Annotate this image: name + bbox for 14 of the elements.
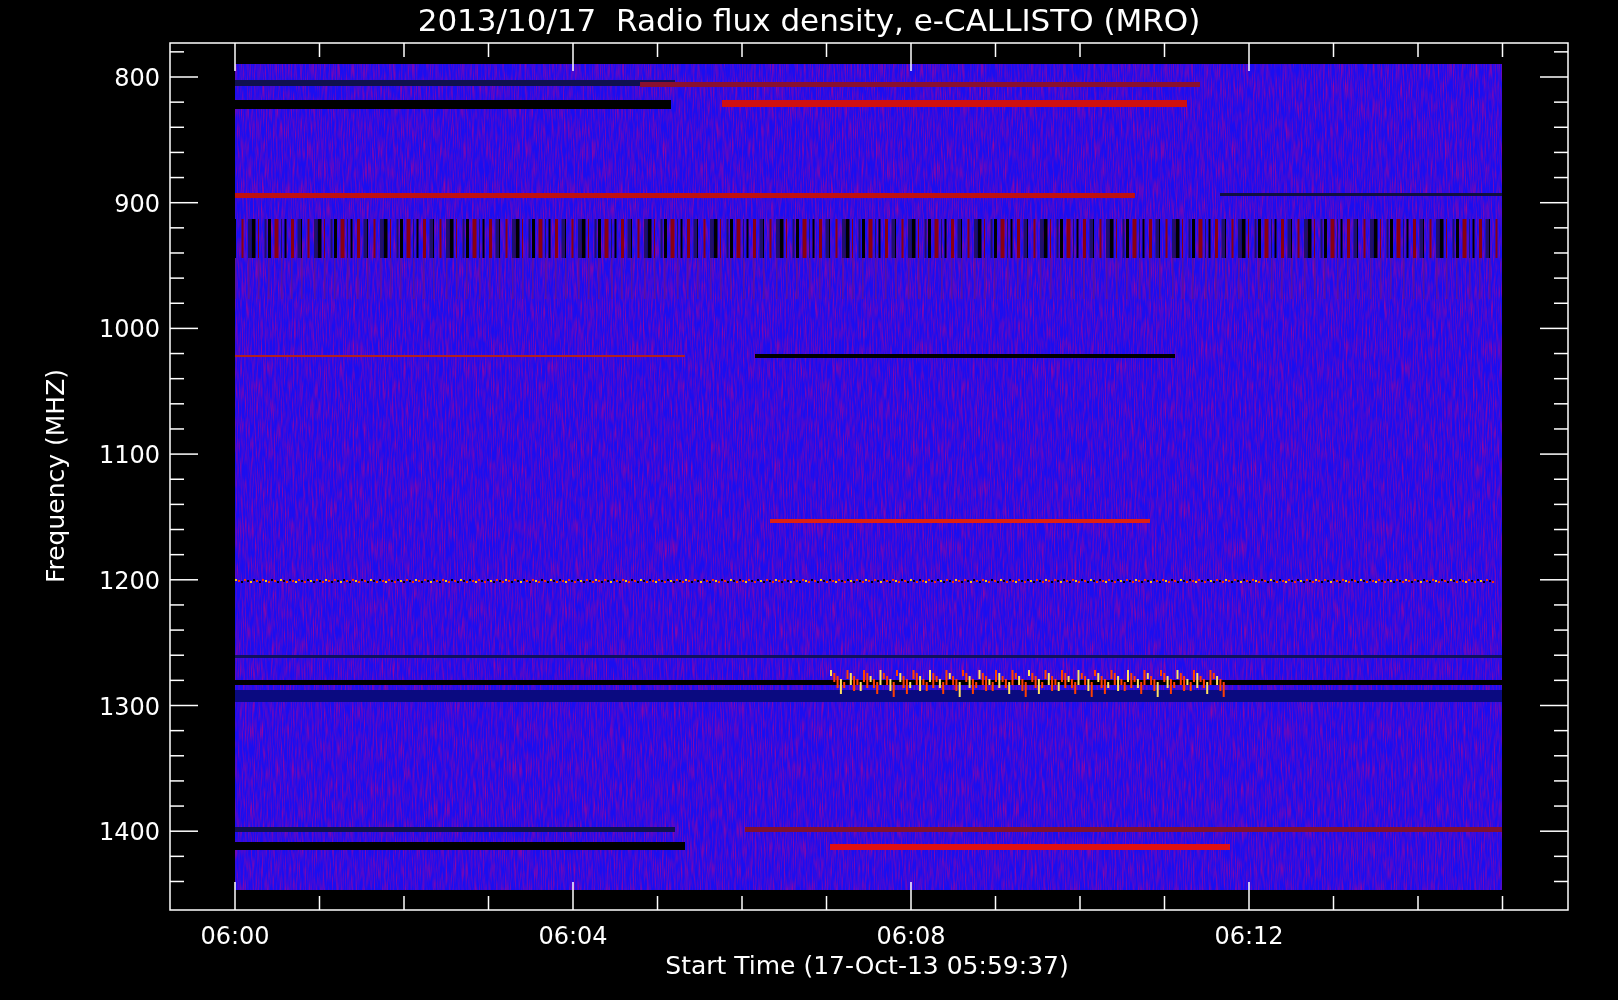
y-tick-label: 900 bbox=[114, 189, 160, 218]
y-tick-label: 800 bbox=[114, 64, 160, 92]
y-tick-label: 1000 bbox=[98, 315, 160, 344]
chart-title: 2013/10/17 Radio flux density, e-CALLISTO (MRO) bbox=[417, 2, 1201, 38]
y-tick-label: 1100 bbox=[98, 441, 160, 470]
x-tick-label: 06:12 bbox=[1214, 922, 1284, 950]
y-tick-label: 1200 bbox=[98, 566, 160, 595]
y-tick-label: 1400 bbox=[98, 818, 160, 847]
x-tick-label: 06:04 bbox=[538, 922, 608, 950]
y-axis-label: Frequency (MHZ) bbox=[41, 368, 70, 584]
x-tick-label: 06:08 bbox=[876, 922, 946, 950]
y-tick-label: 1300 bbox=[98, 692, 160, 721]
x-tick-label: 06:00 bbox=[200, 922, 270, 950]
x-axis-label: Start Time (17-Oct-13 05:59:37) bbox=[665, 951, 1069, 980]
